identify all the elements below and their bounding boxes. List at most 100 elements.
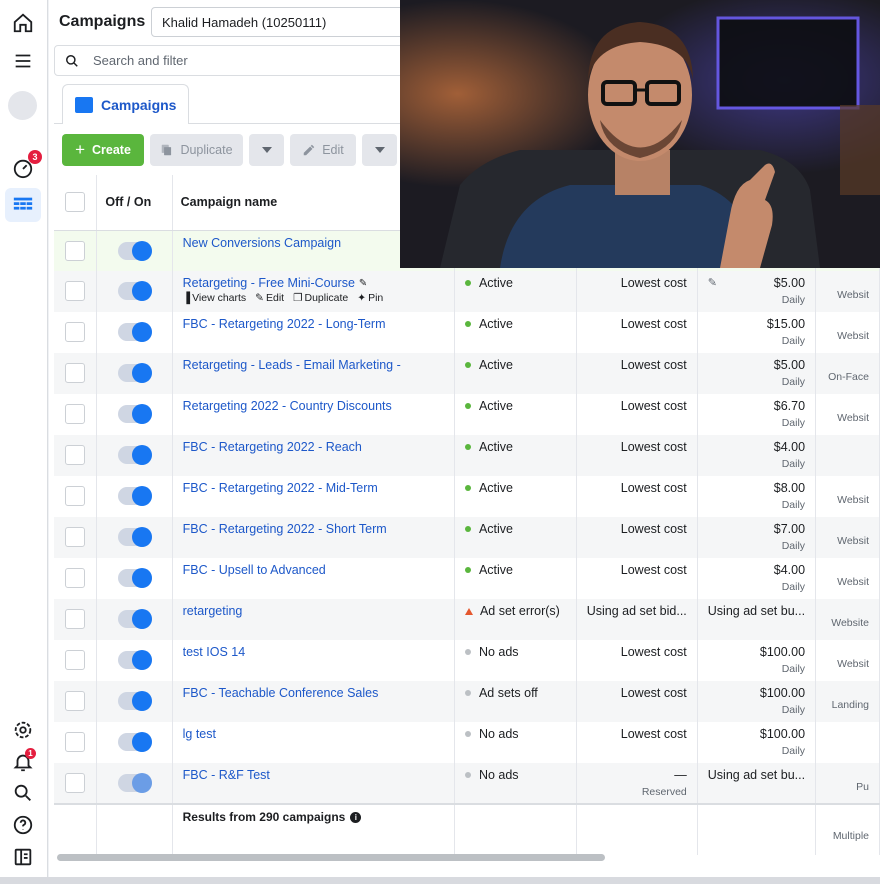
row-checkbox[interactable] xyxy=(65,568,86,588)
create-label: Create xyxy=(92,143,131,157)
attribution-setting: Pu xyxy=(856,781,869,793)
campaign-on-off-toggle[interactable] xyxy=(117,486,152,506)
table-row[interactable]: FBC - Retargeting 2022 - Long-Term Active… xyxy=(54,312,880,353)
avatar[interactable] xyxy=(8,91,37,120)
row-checkbox[interactable] xyxy=(65,609,86,629)
edit-dropdown-button[interactable] xyxy=(362,134,397,166)
campaigns-table-icon[interactable] xyxy=(8,190,38,220)
campaign-on-off-toggle[interactable] xyxy=(117,240,152,261)
bar-chart-icon: ▐ xyxy=(182,292,191,304)
campaign-on-off-toggle[interactable] xyxy=(117,281,152,301)
row-checkbox[interactable] xyxy=(65,404,86,424)
campaign-on-off-toggle[interactable] xyxy=(117,691,152,711)
table-row[interactable]: Retargeting - Leads - Email Marketing - A… xyxy=(54,353,880,394)
table-row[interactable]: lg test No ads Lowest cost $100.00 Daily xyxy=(54,722,880,763)
table-row[interactable]: FBC - Upsell to Advanced Active Lowest cos… xyxy=(54,558,880,599)
row-checkbox[interactable] xyxy=(65,691,86,711)
row-checkbox[interactable] xyxy=(65,773,86,793)
home-icon[interactable] xyxy=(8,8,38,38)
menu-icon[interactable] xyxy=(8,46,38,76)
select-all-checkbox[interactable] xyxy=(65,192,86,213)
pencil-icon xyxy=(303,144,315,156)
campaign-name-link[interactable]: test IOS 14 xyxy=(183,645,444,659)
campaign-on-off-toggle[interactable] xyxy=(117,322,152,342)
campaign-on-off-toggle[interactable] xyxy=(117,609,152,629)
campaign-on-off-toggle[interactable] xyxy=(117,650,152,670)
search-filter-bar[interactable]: Search and filter xyxy=(54,45,414,76)
help-icon[interactable] xyxy=(8,810,38,840)
search-icon[interactable] xyxy=(8,778,38,808)
campaign-name-cell: Retargeting - Leads - Email Marketing - xyxy=(172,353,455,394)
campaign-name-link[interactable]: retargeting xyxy=(183,604,444,618)
campaign-on-off-toggle[interactable] xyxy=(117,773,152,793)
panel-toggle-icon[interactable] xyxy=(8,842,38,872)
campaign-name-link[interactable]: FBC - Retargeting 2022 - Short Term xyxy=(183,522,444,536)
campaign-on-off-toggle[interactable] xyxy=(117,527,152,547)
row-select-cell xyxy=(54,230,98,271)
budget-amount: $100.00 xyxy=(759,727,806,741)
table-row[interactable]: Retargeting - Free Mini-Course ✎ ▐ View cha… xyxy=(54,271,880,312)
campaign-name-link[interactable]: FBC - Retargeting 2022 - Reach xyxy=(183,440,444,454)
row-checkbox[interactable] xyxy=(65,363,86,383)
bid-strategy-cell: Lowest cost xyxy=(576,394,698,435)
info-icon[interactable]: i xyxy=(350,811,362,823)
delivery-cell: Active xyxy=(454,558,577,599)
create-button[interactable]: + Create xyxy=(62,134,144,166)
delivery-status: Active xyxy=(478,522,513,536)
campaign-on-off-toggle[interactable] xyxy=(117,445,152,465)
table-row[interactable]: FBC - Retargeting 2022 - Mid-Term Active L… xyxy=(54,476,880,517)
pin-action[interactable]: ✦ Pin xyxy=(357,292,383,304)
edit-button[interactable]: Edit xyxy=(290,134,356,166)
campaign-on-off-toggle[interactable] xyxy=(117,568,152,588)
campaign-name-link[interactable]: FBC - Retargeting 2022 - Long-Term xyxy=(183,317,444,331)
bid-strategy-cell: Lowest cost xyxy=(576,435,698,476)
duplicate-button[interactable]: Duplicate xyxy=(150,134,243,166)
duplicate-label: Duplicate xyxy=(180,143,233,157)
settings-gear-icon[interactable] xyxy=(8,715,38,745)
campaign-name-link[interactable]: Retargeting 2022 - Country Discounts xyxy=(183,399,444,413)
table-row[interactable]: FBC - R&F Test No ads — Reserved Using ad se… xyxy=(54,763,880,804)
table-row[interactable]: FBC - Teachable Conference Sales Ad sets … xyxy=(54,681,880,722)
pencil-icon[interactable]: ✎ xyxy=(708,276,717,289)
column-header-toggle[interactable]: Off / On xyxy=(96,175,173,231)
campaign-name-link[interactable]: lg test xyxy=(183,727,444,741)
row-checkbox[interactable] xyxy=(65,281,86,301)
table-row[interactable]: FBC - Retargeting 2022 - Short Term Activ… xyxy=(54,517,880,558)
duplicate-dropdown-button[interactable] xyxy=(249,134,284,166)
account-name: Khalid Hamadeh (10250111) xyxy=(162,14,327,30)
campaign-on-off-toggle[interactable] xyxy=(117,363,152,383)
row-checkbox[interactable] xyxy=(65,527,86,547)
budget-amount: $7.00 xyxy=(773,522,806,536)
account-selector[interactable]: Khalid Hamadeh (10250111) xyxy=(151,7,411,37)
status-dot xyxy=(464,321,471,327)
duplicate-action[interactable]: ❐ Duplicate xyxy=(293,292,348,304)
horizontal-scrollbar[interactable] xyxy=(57,854,605,861)
row-checkbox[interactable] xyxy=(65,732,86,752)
tab-campaigns[interactable]: Campaigns xyxy=(62,84,190,124)
row-checkbox[interactable] xyxy=(65,486,86,506)
campaign-name-link[interactable]: FBC - Retargeting 2022 - Mid-Term xyxy=(183,481,444,495)
budget-cell: Using ad set bu... xyxy=(697,763,817,804)
campaign-on-off-toggle[interactable] xyxy=(117,404,152,424)
view-charts-action[interactable]: ▐ View charts xyxy=(183,292,247,304)
row-checkbox[interactable] xyxy=(65,445,86,465)
campaign-name-link[interactable]: Retargeting - Leads - Email Marketing - xyxy=(183,358,444,372)
campaign-name-link[interactable]: Retargeting - Free Mini-Course xyxy=(183,276,355,290)
table-row[interactable]: Retargeting 2022 - Country Discounts Acti… xyxy=(54,394,880,435)
campaign-on-off-toggle[interactable] xyxy=(117,732,152,752)
campaign-name-link[interactable]: FBC - Teachable Conference Sales xyxy=(183,686,444,700)
table-row[interactable]: retargeting Ad set error(s) Using ad set b… xyxy=(54,599,880,640)
pencil-icon[interactable]: ✎ xyxy=(359,278,367,289)
bid-strategy-cell: Lowest cost xyxy=(576,517,698,558)
table-row[interactable]: FBC - Retargeting 2022 - Reach Active Lowe… xyxy=(54,435,880,476)
row-checkbox[interactable] xyxy=(65,322,86,342)
row-checkbox[interactable] xyxy=(65,240,86,261)
edit-action[interactable]: ✎ Edit xyxy=(255,292,284,304)
campaign-name-cell: Retargeting - Free Mini-Course ✎ ▐ View cha… xyxy=(172,271,455,312)
campaign-name-link[interactable]: FBC - Upsell to Advanced xyxy=(183,563,444,577)
campaign-name-link[interactable]: FBC - R&F Test xyxy=(183,768,444,782)
row-toggle-cell xyxy=(96,722,173,763)
attribution-cell: Websit xyxy=(815,517,880,558)
table-row[interactable]: test IOS 14 No ads Lowest cost $100.00 Daily… xyxy=(54,640,880,681)
row-checkbox[interactable] xyxy=(65,650,86,670)
